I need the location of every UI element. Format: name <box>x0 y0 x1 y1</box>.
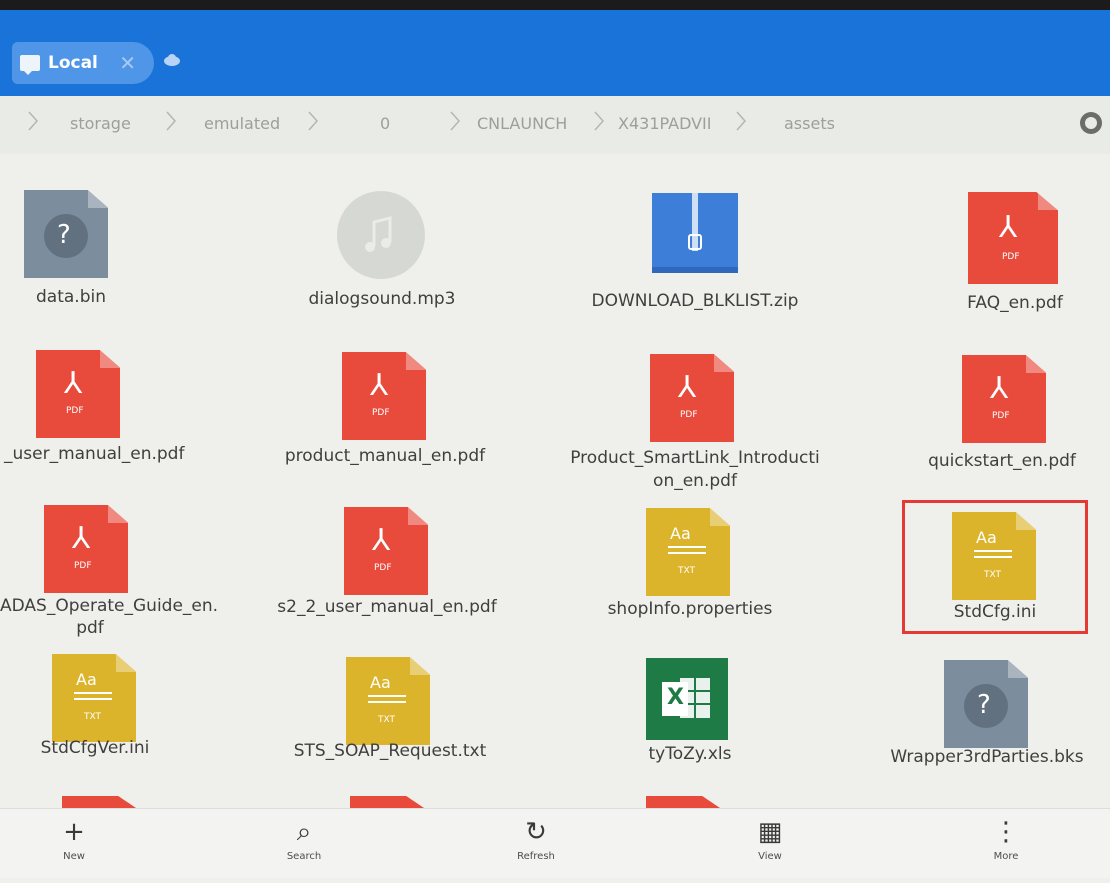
cloud-icon[interactable] <box>163 54 181 66</box>
breadcrumb-storage[interactable]: storage <box>70 114 131 133</box>
more-label: More <box>993 851 1019 862</box>
storage-info-icon[interactable] <box>1080 112 1102 134</box>
view-grid-icon: ▦ <box>757 817 783 847</box>
refresh-icon: ↻ <box>525 817 547 847</box>
file-name-line1: ADAS_Operate_Guide_en. <box>0 596 219 616</box>
file-name: STS_SOAP_Request.txt <box>293 741 487 761</box>
tab-local-label: Local <box>48 53 98 73</box>
text-file-icon: Aa TXT <box>52 654 136 742</box>
pdf-file-icon: ⅄ PDF <box>344 507 428 595</box>
new-button[interactable]: + New <box>34 817 114 862</box>
bottom-toolbar: + New ⌕ Search ↻ Refresh ▦ View ⋮ More <box>0 808 1110 878</box>
excel-badge: X <box>667 685 684 710</box>
pdf-file-icon: ⅄ PDF <box>36 350 120 438</box>
chevron-right-icon <box>736 111 747 131</box>
file-name: quickstart_en.pdf <box>928 451 1076 471</box>
pdf-file-icon: ⅄ PDF <box>44 505 128 593</box>
file-name-line1: Product_SmartLink_Introducti <box>570 448 820 468</box>
breadcrumb-assets[interactable]: assets <box>784 114 835 133</box>
chevron-right-icon <box>166 111 177 131</box>
pdf-file-icon <box>646 796 720 808</box>
breadcrumb-cnlaunch[interactable]: CNLAUNCH <box>477 114 567 133</box>
search-label: Search <box>286 851 322 862</box>
more-vertical-icon: ⋮ <box>993 817 1019 847</box>
pdf-file-icon: ⅄ PDF <box>342 352 426 440</box>
music-file-icon <box>337 191 425 279</box>
file-name-line2: pdf <box>76 618 104 638</box>
close-tab-icon[interactable]: ✕ <box>119 51 136 75</box>
excel-file-icon <box>646 658 728 740</box>
file-name: DOWNLOAD_BLKLIST.zip <box>591 291 799 311</box>
chevron-right-icon <box>308 111 319 131</box>
refresh-label: Refresh <box>517 851 555 862</box>
breadcrumb-emulated[interactable]: emulated <box>204 114 280 133</box>
chevron-right-icon <box>594 111 605 131</box>
chevron-right-icon <box>450 111 461 131</box>
top-app-bar: Local ✕ <box>0 10 1110 96</box>
file-name: s2_2_user_manual_en.pdf <box>277 597 497 617</box>
pdf-file-icon: ⅄ PDF <box>650 354 734 442</box>
pdf-file-icon <box>62 796 136 808</box>
file-name: shopInfo.properties <box>607 599 773 619</box>
file-name: tyToZy.xls <box>648 744 732 764</box>
pdf-file-icon: ⅄ PDF <box>968 192 1058 284</box>
new-label: New <box>63 851 85 862</box>
view-button[interactable]: ▦ View <box>730 817 810 862</box>
file-name: product_manual_en.pdf <box>284 446 486 466</box>
search-button[interactable]: ⌕ Search <box>264 817 344 862</box>
pdf-file-icon <box>350 796 424 808</box>
local-storage-icon <box>20 55 40 75</box>
file-name: data.bin <box>36 287 106 307</box>
file-name: _user_manual_en.pdf <box>4 444 185 464</box>
breadcrumb-x431padvii[interactable]: X431PADVII <box>618 114 712 133</box>
unknown-file-icon: ? <box>24 190 108 278</box>
pdf-file-icon: ⅄ PDF <box>962 355 1046 443</box>
breadcrumb-0[interactable]: 0 <box>380 114 390 133</box>
more-button[interactable]: ⋮ More <box>966 817 1046 862</box>
tab-local[interactable]: Local ✕ <box>12 42 154 84</box>
text-file-icon: Aa TXT <box>646 508 730 596</box>
file-name: StdCfgVer.ini <box>40 738 150 758</box>
plus-icon: + <box>63 817 85 847</box>
refresh-button[interactable]: ↻ Refresh <box>496 817 576 862</box>
zip-file-icon <box>652 193 738 273</box>
view-label: View <box>758 851 782 862</box>
file-name: dialogsound.mp3 <box>308 289 456 309</box>
breadcrumb: storage emulated 0 CNLAUNCH X431PADVII a… <box>0 96 1110 154</box>
file-manager-screen: Local ✕ storage emulated 0 CNLAUNCH X431… <box>0 0 1110 883</box>
text-file-icon: Aa TXT <box>346 657 430 745</box>
chevron-right-icon <box>28 111 39 131</box>
file-name: FAQ_en.pdf <box>967 293 1063 313</box>
file-name: Wrapper3rdParties.bks <box>890 747 1084 767</box>
unknown-file-icon: ? <box>944 660 1028 748</box>
search-icon: ⌕ <box>296 817 312 847</box>
file-name-line2: on_en.pdf <box>653 471 737 491</box>
selection-highlight-box <box>902 500 1088 634</box>
